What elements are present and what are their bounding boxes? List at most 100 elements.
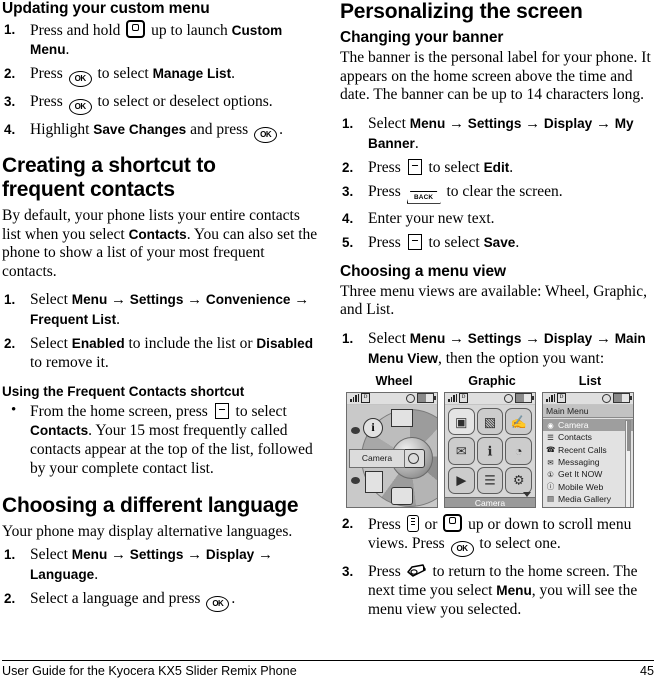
intro-language: Your phone may display alternative langu… bbox=[2, 523, 293, 541]
step-number: 2. bbox=[342, 515, 354, 531]
list-item[interactable]: ▤ Media Gallery bbox=[543, 493, 633, 505]
list-menu-items: ◉ Camera ☰ Contacts ☎ Recent Calls ✉ Messaging ①… bbox=[543, 417, 633, 507]
list-item[interactable]: ✉ Messaging bbox=[543, 456, 633, 468]
list-item[interactable]: ⓘ Mobile Web bbox=[543, 480, 633, 492]
signal-strength-icon bbox=[350, 394, 359, 403]
steps-frequent-list: 1. Select Menu → Settings → Convenience →… bbox=[2, 290, 320, 372]
step-number: 1. bbox=[4, 546, 16, 562]
ui-term: Save bbox=[483, 234, 516, 250]
cell-glyph: ☰ bbox=[484, 472, 496, 488]
step-item: 4. Highlight Save Changes and press OK. bbox=[2, 120, 320, 143]
step-number: 2. bbox=[4, 66, 16, 81]
list-item-label: Get It NOW bbox=[558, 469, 603, 480]
list-item[interactable]: ◉ Camera bbox=[543, 418, 633, 432]
ui-term: Settings bbox=[129, 546, 184, 562]
step-number: 3. bbox=[342, 563, 354, 579]
step-item: 2. Press OK to select Manage List. bbox=[2, 64, 320, 87]
cell-glyph: ▧ bbox=[483, 414, 497, 430]
envelope-icon[interactable]: ✉ bbox=[448, 437, 475, 465]
step-number: 3. bbox=[4, 94, 16, 109]
cell-glyph: ℹ bbox=[487, 443, 493, 459]
cell-glyph: ⚙ bbox=[512, 472, 525, 488]
intro-frequent-contacts: By default, your phone lists your entire… bbox=[2, 207, 318, 280]
list-item-label: Camera bbox=[558, 420, 589, 431]
figure-caption-wheel: Wheel bbox=[375, 373, 413, 388]
cell-glyph: ✍ bbox=[510, 414, 527, 430]
step-text: Select a language and press OK. bbox=[30, 590, 235, 612]
ok-key-icon: OK bbox=[206, 595, 230, 612]
heading-updating-custom-menu: Updating your custom menu bbox=[2, 0, 210, 17]
figure-caption-graphic: Graphic bbox=[468, 373, 516, 388]
figure-wheel: Wheel D i Camera bbox=[346, 374, 442, 508]
messaging-icon: ✉ bbox=[547, 457, 554, 467]
arrow-separator-icon: → bbox=[183, 292, 206, 309]
ui-term: Frequent List bbox=[30, 312, 117, 328]
step-item: 2. Select Enabled to include the list or … bbox=[2, 334, 320, 372]
ui-term: Menu bbox=[496, 582, 532, 598]
scrollbar-thumb bbox=[627, 420, 630, 451]
camera-icon[interactable]: ▣ bbox=[448, 407, 475, 436]
step-item: 2. Press or up or down to scroll menu vie… bbox=[340, 513, 658, 557]
phone-screen-wheel: D i Camera bbox=[346, 391, 438, 508]
list-item-label: Messaging bbox=[558, 457, 600, 467]
arrow-separator-icon: → bbox=[592, 115, 615, 132]
tools-icon[interactable]: ⚙ bbox=[505, 466, 532, 494]
list-item[interactable]: ☎ Recent Calls bbox=[543, 444, 633, 456]
list-item-label: Recent Calls bbox=[558, 444, 607, 455]
ui-term: Custom Menu bbox=[30, 23, 283, 57]
get-it-now-icon[interactable]: ℹ bbox=[476, 437, 504, 465]
ui-term: Menu bbox=[71, 546, 108, 562]
heading-choosing-menu-view: Choosing a menu view bbox=[340, 262, 506, 280]
settings-icon[interactable]: ☰ bbox=[476, 466, 504, 494]
ui-term: Menu bbox=[409, 115, 446, 131]
page-footer: User Guide for the Kyocera KX5 Slider Re… bbox=[2, 660, 654, 678]
list-item-label: Contacts bbox=[558, 432, 592, 443]
contacts-book-icon[interactable]: ▧ bbox=[476, 407, 504, 436]
ui-term: Display bbox=[543, 115, 593, 131]
arrow-separator-icon: → bbox=[254, 546, 273, 563]
ui-term: Edit bbox=[483, 159, 510, 175]
heading-using-frequent-contacts: Using the Frequent Contacts shortcut bbox=[2, 384, 245, 400]
info-icon: i bbox=[363, 417, 383, 438]
list-item[interactable]: ☰ Contacts bbox=[543, 431, 633, 443]
media-gallery-icon[interactable]: ▶ bbox=[448, 466, 475, 494]
ui-term: Menu bbox=[409, 330, 446, 346]
messaging-hand-icon[interactable]: ✍ bbox=[505, 407, 532, 436]
soft-key-icon bbox=[214, 403, 229, 420]
ui-term: Convenience bbox=[205, 292, 291, 308]
footer-title: User Guide for the Kyocera KX5 Slider Re… bbox=[2, 664, 297, 678]
scroll-down-arrow-icon bbox=[523, 491, 531, 497]
camera-icon: ◉ bbox=[547, 420, 554, 430]
step-number: 2. bbox=[4, 590, 16, 606]
intro-menu-view: Three menu views are available: Wheel, G… bbox=[340, 282, 647, 319]
arrow-separator-icon: → bbox=[445, 330, 468, 347]
roaming-icon: D bbox=[557, 393, 566, 404]
arrow-separator-icon: → bbox=[107, 292, 130, 309]
heading-choosing-language: Choosing a different language bbox=[2, 494, 299, 518]
wheel-selected-label: Camera bbox=[349, 448, 405, 468]
step-number: 3. bbox=[342, 183, 354, 199]
roaming-icon: D bbox=[459, 393, 468, 404]
calculator-icon bbox=[391, 408, 413, 427]
step-number: 2. bbox=[4, 336, 16, 352]
address-book-icon bbox=[365, 470, 383, 493]
battery-icon bbox=[613, 393, 632, 404]
cell-glyph: ✉ bbox=[455, 443, 467, 459]
step-text: Select Menu → Settings → Display → My Ba… bbox=[368, 114, 634, 152]
bullet-marker: • bbox=[11, 402, 17, 419]
wheel-marker-bottom-icon bbox=[351, 476, 360, 484]
step-item: 1. Select Menu → Settings → Convenience →… bbox=[2, 290, 320, 329]
cell-glyph: ▶ bbox=[456, 472, 467, 488]
step-number: 4. bbox=[4, 122, 16, 137]
ok-key-icon: OK bbox=[68, 71, 92, 87]
hand-icon bbox=[391, 486, 413, 505]
recent-calls-icon: ☎ bbox=[546, 445, 556, 455]
step-text: Press to select Edit. bbox=[368, 158, 514, 176]
mobile-web-icon[interactable]: ◔ bbox=[505, 437, 532, 465]
step-number: 2. bbox=[342, 159, 354, 175]
step-text: Press to return to the home screen. The … bbox=[368, 562, 638, 618]
step-menu-view-select: 1. Select Menu → Settings → Display → Mai… bbox=[340, 329, 658, 368]
list-item[interactable]: ① Get It NOW bbox=[543, 468, 633, 480]
step-number: 1. bbox=[4, 22, 16, 37]
get-it-now-icon: ① bbox=[547, 469, 554, 479]
